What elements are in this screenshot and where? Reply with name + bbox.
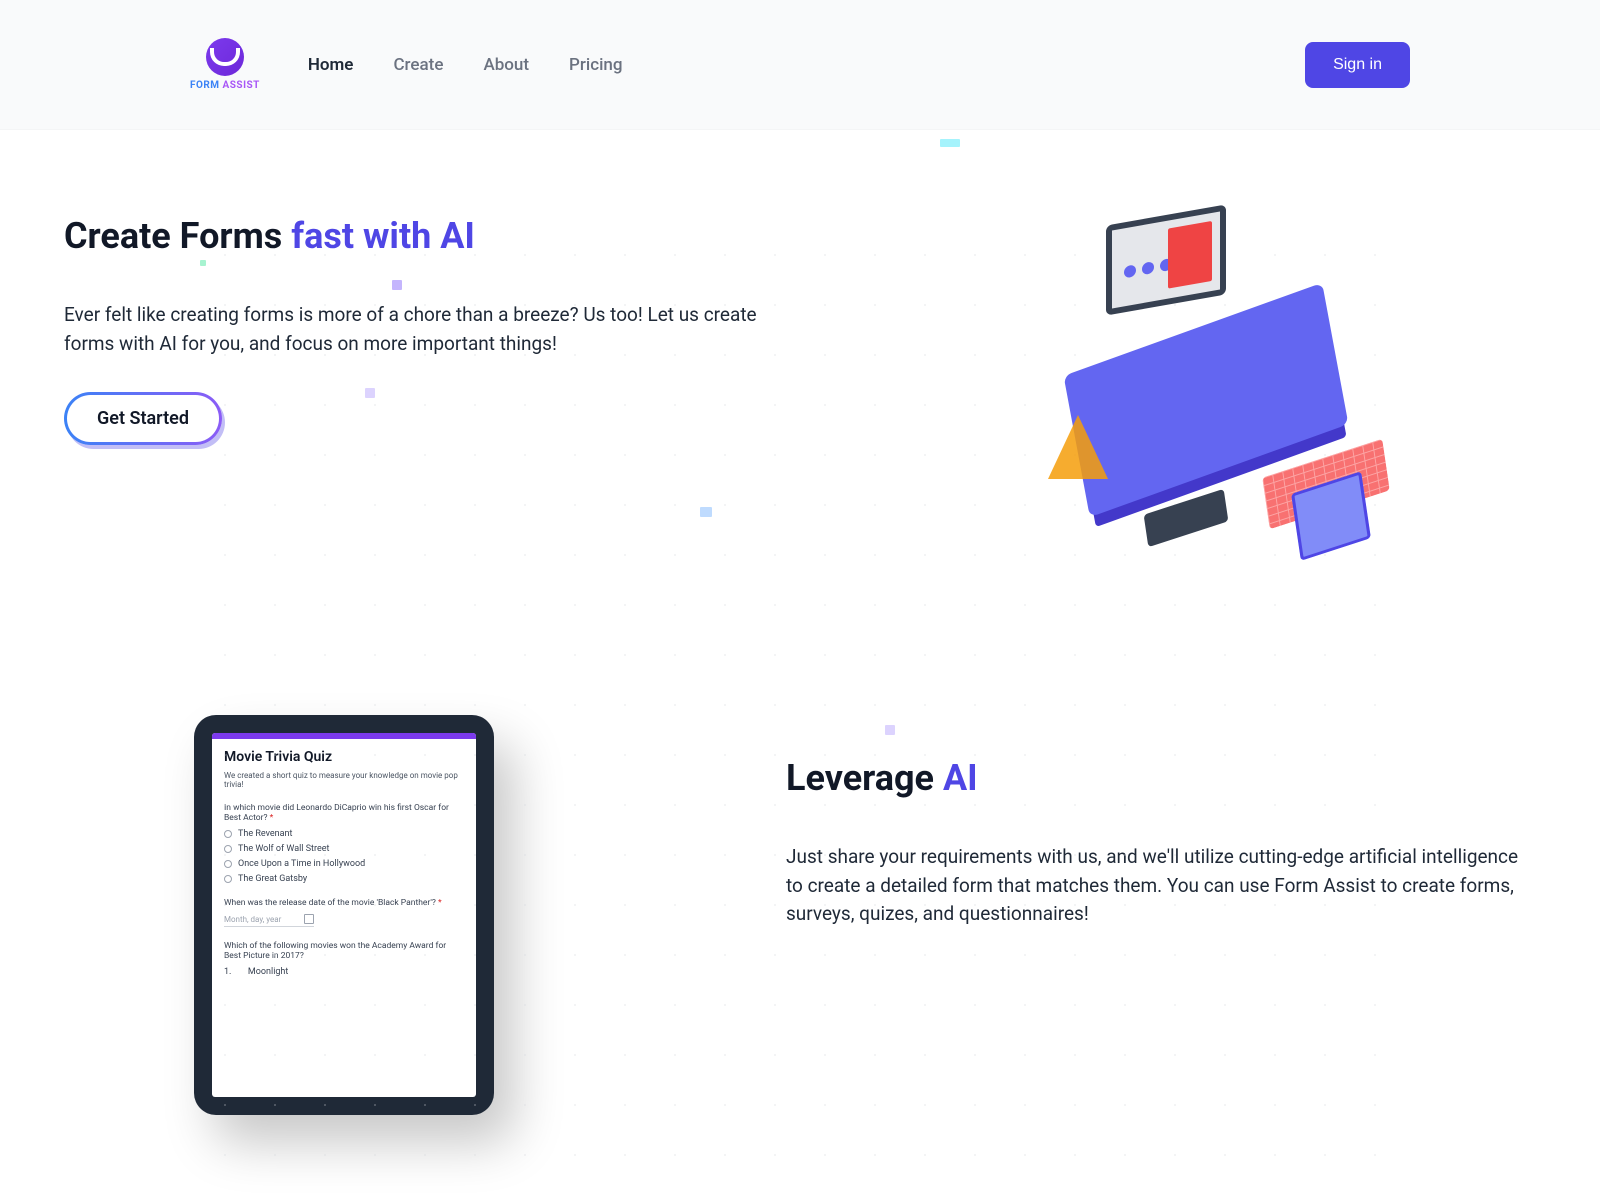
hero-title-accent: fast with AI — [291, 215, 475, 257]
site-header: FORM ASSIST Home Create About Pricing Si… — [0, 0, 1600, 130]
nav-create[interactable]: Create — [393, 55, 443, 75]
get-started-label: Get Started — [67, 395, 219, 442]
form-question-1: In which movie did Leonardo DiCaprio win… — [224, 803, 464, 884]
logo-icon — [206, 38, 244, 76]
main-content: Create Forms fast with AI Ever felt like… — [0, 130, 1600, 1202]
radio-option: The Wolf of Wall Street — [224, 844, 464, 854]
signin-button[interactable]: Sign in — [1305, 42, 1410, 88]
tablet-mockup: Movie Trivia Quiz We created a short qui… — [194, 715, 494, 1115]
radio-option: The Revenant — [224, 829, 464, 839]
radio-icon — [224, 830, 232, 838]
radio-option: The Great Gatsby — [224, 874, 464, 884]
form-subtitle: We created a short quiz to measure your … — [224, 771, 464, 789]
brand-logo[interactable]: FORM ASSIST — [190, 38, 260, 91]
date-input: Month, day, year — [224, 914, 314, 927]
hero-body: Ever felt like creating forms is more of… — [64, 301, 804, 358]
leverage-section: Movie Trivia Quiz We created a short qui… — [64, 715, 1536, 1115]
hero-title: Create Forms fast with AI — [64, 215, 804, 257]
radio-icon — [224, 845, 232, 853]
hero-title-plain: Create Forms — [64, 215, 291, 257]
radio-icon — [224, 875, 232, 883]
decorative-square — [940, 139, 960, 147]
decorative-square — [392, 280, 402, 290]
section2-title-accent: AI — [943, 757, 978, 799]
top-nav: Home Create About Pricing — [308, 55, 623, 75]
calendar-icon — [304, 914, 314, 924]
nav-pricing[interactable]: Pricing — [569, 55, 623, 75]
section2-title-plain: Leverage — [786, 757, 943, 799]
hero-illustration — [1056, 205, 1396, 545]
nav-about[interactable]: About — [483, 55, 529, 75]
decorative-square — [885, 725, 895, 735]
section2-body: Just share your requirements with us, an… — [786, 843, 1526, 929]
decorative-square — [365, 388, 375, 398]
logo-text: FORM ASSIST — [190, 80, 260, 91]
ordered-option: 1. Moonlight — [224, 967, 464, 977]
radio-option: Once Upon a Time in Hollywood — [224, 859, 464, 869]
hero-section: Create Forms fast with AI Ever felt like… — [64, 215, 1536, 545]
get-started-button[interactable]: Get Started — [64, 392, 222, 445]
form-title: Movie Trivia Quiz — [224, 749, 464, 765]
form-question-2: When was the release date of the movie '… — [224, 898, 464, 927]
form-question-3: Which of the following movies won the Ac… — [224, 941, 464, 977]
nav-home[interactable]: Home — [308, 55, 354, 75]
radio-icon — [224, 860, 232, 868]
decorative-square — [700, 507, 712, 517]
decorative-square — [200, 260, 206, 266]
section2-title: Leverage AI — [786, 757, 1526, 799]
